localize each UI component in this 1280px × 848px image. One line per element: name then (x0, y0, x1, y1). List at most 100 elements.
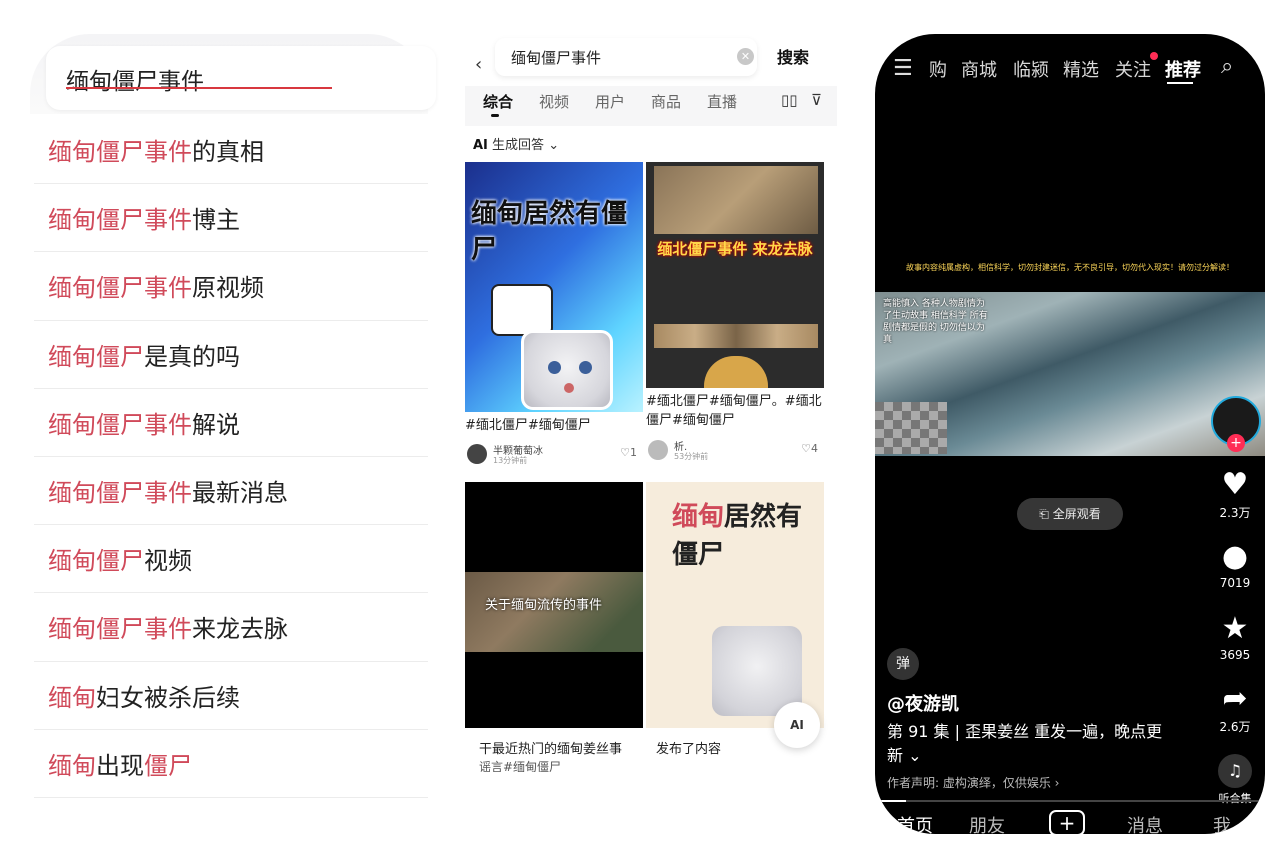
result-tabs: 综合 视频 用户 商品 直播 ▯▯ ⊽ (465, 86, 837, 126)
excavation-photo (654, 166, 818, 234)
cat-meme-image (521, 330, 613, 410)
excavation-strip (654, 324, 818, 348)
suggestion-item[interactable]: 缅甸僵尸事件 最新消息 (34, 457, 428, 526)
result-card[interactable]: 缅甸居然有僵尸 #缅北僵尸#缅甸僵尸 半颗葡萄冰 13分钟前 ♡1 (465, 162, 643, 478)
share-button[interactable]: ➦ 2.6万 (1205, 682, 1265, 735)
suggestion-highlight: 缅甸僵尸事件 (48, 138, 192, 167)
suggestion-rest: 来龙去脉 (192, 615, 288, 644)
tab-messages[interactable]: 消息 (1127, 812, 1163, 834)
nav-item-shop[interactable]: 购 (929, 56, 947, 82)
like-count[interactable]: ♡4 (801, 442, 818, 455)
tab-user[interactable]: 用户 (595, 91, 625, 112)
suggestion-rest: 是真的吗 (144, 342, 240, 371)
search-input[interactable]: 缅甸僵尸事件 (46, 46, 436, 110)
suggestion-rest: 视频 (144, 547, 192, 576)
suggestion-item[interactable]: 缅甸 妇女被杀后续 (34, 662, 428, 730)
follow-plus-icon[interactable]: + (1227, 434, 1245, 452)
suggestion-item[interactable]: 缅甸僵尸事件 博主 (34, 184, 428, 253)
layout-toggle-icon[interactable]: ▯▯ (781, 91, 798, 109)
search-input[interactable]: 缅甸僵尸事件 ✕ (495, 38, 757, 76)
suggestion-highlight: 缅甸僵尸事件 (48, 274, 192, 303)
share-count: 2.6万 (1219, 720, 1251, 734)
tab-home[interactable]: 首页 (897, 812, 933, 834)
comment-count: 7019 (1219, 576, 1251, 590)
ai-text: 生成回答 (492, 138, 545, 153)
filter-icon[interactable]: ⊽ (811, 91, 822, 109)
screenshot-collage: 缅甸僵尸事件 缅甸僵尸事件 的真相 缅甸僵尸事件 博主 缅甸僵尸事件 原视频 缅甸僵尸… (0, 0, 1280, 848)
result-card[interactable]: 缅北僵尸事件 来龙去脉 #缅北僵尸#缅甸僵尸。#缅北僵尸#缅甸僵尸 析. 53分… (646, 162, 824, 478)
video-progress-bar[interactable] (875, 800, 1265, 802)
nav-item-featured[interactable]: 精选 (1063, 56, 1099, 82)
suggestion-item[interactable]: 缅甸僵尸事件 原视频 (34, 252, 428, 321)
suggestion-highlight: 缅甸僵尸事件 (48, 479, 192, 508)
suggestion-item[interactable]: 缅甸 出现 僵尸 (34, 730, 428, 798)
tab-friends[interactable]: 朋友 (969, 812, 1005, 834)
card-time: 13分钟前 (493, 456, 528, 465)
video-author[interactable]: @夜游凯 (887, 690, 959, 716)
search-input-value: 缅甸僵尸事件 (511, 49, 602, 67)
tab-me[interactable]: 我 (1213, 812, 1231, 834)
search-results-panel: ‹ 缅甸僵尸事件 ✕ 搜索 综合 视频 用户 商品 直播 ▯▯ ⊽ AI 生成回… (465, 34, 837, 772)
like-count[interactable]: ♡1 (620, 446, 637, 459)
search-icon[interactable]: ⌕ (1221, 54, 1233, 79)
tab-video[interactable]: 视频 (539, 91, 569, 112)
back-icon[interactable]: ‹ (475, 54, 482, 75)
card-thumbnail: 缅甸居然有僵尸 (646, 482, 824, 728)
nav-item-local[interactable]: 临颍 (1013, 56, 1049, 82)
comment-button[interactable]: ● 7019 (1205, 540, 1265, 591)
nav-item-recommend[interactable]: 推荐 (1165, 56, 1201, 82)
nav-item-following[interactable]: 关注 (1115, 56, 1151, 82)
card-caption-2: 谣言#缅甸僵尸 (479, 760, 562, 772)
card-meta: 半颗葡萄冰 13分钟前 ♡1 (465, 440, 643, 470)
search-button[interactable]: 搜索 (777, 44, 809, 68)
progress-fill (875, 800, 907, 802)
active-nav-indicator (1167, 82, 1193, 84)
tab-goods[interactable]: 商品 (651, 91, 681, 112)
suggestion-rest: 妇女被杀后续 (96, 683, 240, 712)
bottom-tab-bar: 首页 朋友 + 消息 我 (875, 806, 1265, 834)
card-thumbnail: 缅北僵尸事件 来龙去脉 (646, 162, 824, 388)
favorite-button[interactable]: ★ 3695 (1205, 612, 1265, 663)
video-description[interactable]: 第 91 集 | 歪果姜丝 重发一遍，晚点更新 ⌄ (887, 720, 1177, 768)
card-time: 53分钟前 (674, 452, 709, 461)
suggestion-rest: 出现 (96, 751, 144, 780)
card-caption: #缅北僵尸#缅甸僵尸 (465, 418, 591, 433)
avatar[interactable] (648, 440, 668, 460)
clear-icon[interactable]: ✕ (737, 48, 754, 65)
card-caption: 发布了内容 (656, 742, 722, 757)
heart-icon: ♡ (620, 446, 630, 459)
nav-item-mall[interactable]: 商城 (961, 56, 997, 82)
avatar[interactable] (467, 444, 487, 464)
bird-sticker (704, 356, 768, 388)
suggestion-highlight: 僵尸 (144, 751, 192, 780)
result-card[interactable]: 关于缅甸流传的事件 干最近热门的缅甸姜丝事 谣言#缅甸僵尸 (465, 482, 643, 772)
ai-flower-icon: AI (790, 718, 804, 732)
suggestion-item[interactable]: 缅甸僵尸 是真的吗 (34, 321, 428, 389)
suggestion-item[interactable]: 缅甸僵尸事件 的真相 (34, 116, 428, 185)
top-nav: ☰ 购 商城 临颍 精选 关注 推荐 ⌕ (875, 52, 1265, 88)
headphones-icon: ♫ (1218, 754, 1252, 788)
suggestion-highlight: 缅甸僵尸事件 (48, 410, 192, 439)
like-button[interactable]: ♥ 2.3万 (1205, 468, 1265, 521)
suggestion-item[interactable]: 缅甸僵尸事件 解说 (34, 389, 428, 457)
author-declaration[interactable]: 作者声明: 虚构演绎，仅供娱乐 › (887, 774, 1059, 791)
card-caption: 干最近热门的缅甸姜丝事 (479, 742, 623, 757)
suggestion-highlight: 缅甸僵尸事件 (48, 615, 192, 644)
ai-label: AI (473, 138, 488, 153)
chevron-down-icon: ⌄ (908, 746, 922, 765)
tab-live[interactable]: 直播 (707, 91, 737, 112)
menu-icon[interactable]: ☰ (893, 56, 913, 81)
suggestion-item[interactable]: 缅甸僵尸事件 来龙去脉 (34, 593, 428, 662)
suggestion-item[interactable]: 缅甸僵尸 视频 (34, 525, 428, 594)
ai-answer-toggle[interactable]: AI 生成回答 ⌄ (473, 134, 559, 153)
fullscreen-button[interactable]: ⎗ 全屏观看 (1017, 498, 1123, 530)
tab-all[interactable]: 综合 (483, 91, 513, 112)
danmaku-toggle[interactable]: 弹 (887, 648, 919, 680)
panda-meme-image (491, 284, 553, 336)
create-button[interactable]: + (1049, 810, 1085, 834)
heart-icon: ♡ (801, 442, 811, 455)
ai-assistant-button[interactable]: AI (774, 702, 820, 748)
share-arrow-icon: ➦ (1222, 681, 1248, 716)
listen-collection-button[interactable]: ♫ 听合集 (1211, 754, 1259, 806)
suggestion-rest: 原视频 (192, 274, 264, 303)
